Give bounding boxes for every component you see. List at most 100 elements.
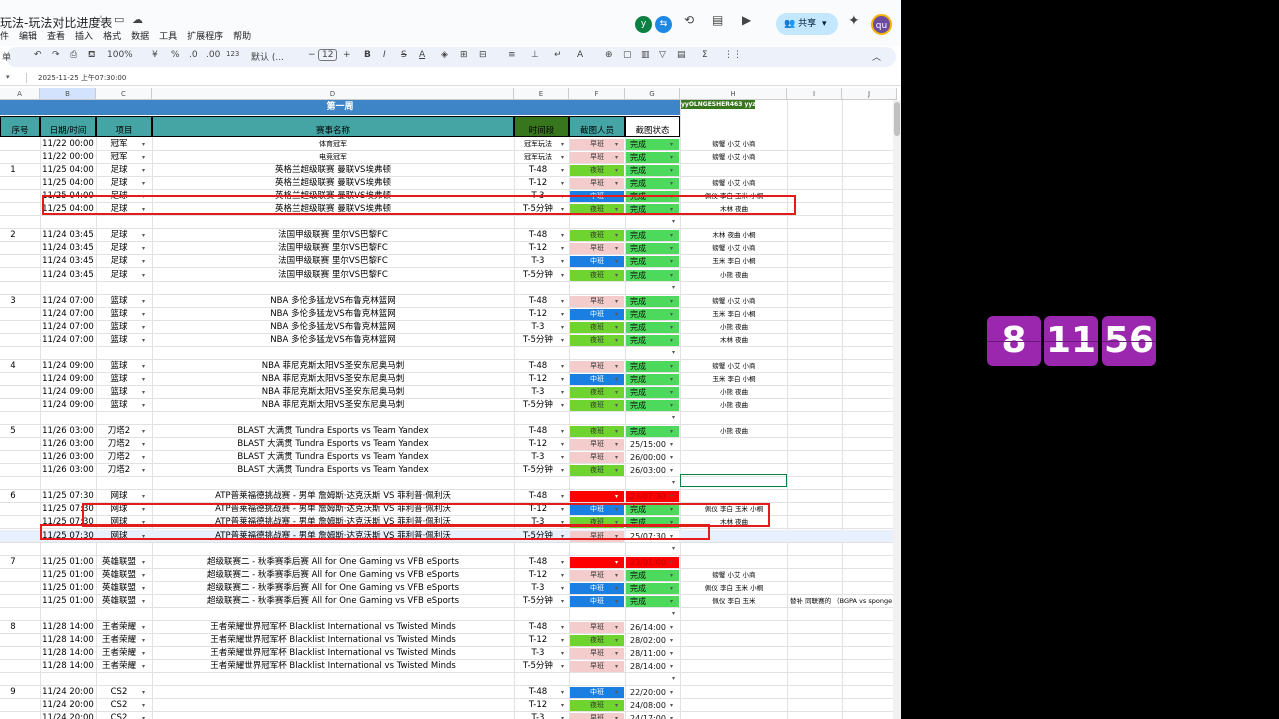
wrap-icon[interactable]: ↵ [554,50,562,60]
dropdown-arrow-icon[interactable]: ▾ [142,180,145,187]
staff-cell[interactable] [681,634,787,646]
item-cell[interactable]: 篮球 [96,308,142,320]
dropdown-arrow-icon[interactable]: ▾ [615,441,618,448]
font-size-decrease-icon[interactable]: − [308,50,316,60]
dropdown-arrow-icon[interactable]: ▾ [142,376,145,383]
slot-cell[interactable]: T-3 [514,386,562,398]
event-name-cell[interactable]: 王者荣耀世界冠军杯 Blacklist International vs Twi… [152,634,514,646]
item-cell[interactable]: 篮球 [96,295,142,307]
dropdown-arrow-icon[interactable]: ▾ [672,479,675,486]
insert-comment-icon[interactable]: ▢ [623,50,632,60]
dropdown-arrow-icon[interactable]: ▾ [672,414,675,421]
paint-format-icon[interactable]: ⛾ [88,50,95,61]
dropdown-arrow-icon[interactable]: ▾ [561,311,564,318]
table-row[interactable]: 3 11/24 07:00 篮球 ▾ NBA 多伦多猛龙VS布鲁克林篮网 T-48 ▾ 早班 ▾… [0,295,895,307]
date-cell[interactable]: 11/22 00:00 [40,151,96,163]
note-cell[interactable]: 替补 同联赛的 （BGPA vs sponge [790,595,894,607]
staff-cell[interactable] [681,712,787,719]
dropdown-arrow-icon[interactable]: ▾ [561,467,564,474]
date-cell[interactable]: 11/25 01:00 [40,556,96,568]
event-name-cell[interactable]: 英格兰超级联赛 曼联VS埃弗顿 [152,164,514,176]
staff-cell[interactable] [681,438,787,450]
date-cell[interactable]: 11/24 07:00 [40,295,96,307]
dropdown-arrow-icon[interactable]: ▾ [615,232,618,239]
staff-cell[interactable] [681,686,787,698]
dropdown-arrow-icon[interactable]: ▾ [142,689,145,696]
dropdown-arrow-icon[interactable]: ▾ [142,441,145,448]
selected-cell[interactable] [680,474,787,487]
dropdown-arrow-icon[interactable]: ▾ [670,180,673,187]
column-header-H[interactable]: H [680,88,787,100]
staff-cell[interactable]: 螃蟹 小艾 小商 [681,295,787,307]
dropdown-arrow-icon[interactable]: ▾ [142,245,145,252]
date-cell[interactable]: 11/26 03:00 [40,425,96,437]
dropdown-arrow-icon[interactable]: ▾ [670,324,673,331]
date-cell[interactable]: 11/24 03:45 [40,242,96,254]
item-cell[interactable]: 足球 [96,177,142,189]
staff-cell[interactable]: 螃蟹 小艾 小商 [681,360,787,372]
staff-cell[interactable]: 小熊 夜曲 [681,386,787,398]
column-header-E[interactable]: E [514,88,569,100]
table-row[interactable]: 1 11/25 04:00 足球 ▾ 英格兰超级联赛 曼联VS埃弗顿 T-48 ▾ 夜班 ▾ 完成… [0,164,895,176]
dropdown-arrow-icon[interactable]: ▾ [142,389,145,396]
dropdown-arrow-icon[interactable]: ▾ [670,272,673,279]
dropdown-arrow-icon[interactable]: ▾ [670,689,673,696]
print-icon[interactable]: ⎙ [70,50,77,60]
staff-cell[interactable]: 玉米 李白 小桐 [681,373,787,385]
dropdown-arrow-icon[interactable]: ▾ [615,180,618,187]
date-cell[interactable]: 11/24 09:00 [40,360,96,372]
slot-cell[interactable]: T-3 [514,712,562,719]
table-row[interactable]: 4 11/24 09:00 篮球 ▾ NBA 菲尼克斯太阳VS圣安东尼奥马刺 T-48 ▾ 早… [0,360,895,372]
dropdown-arrow-icon[interactable]: ▾ [670,154,673,161]
staff-cell[interactable]: 螃蟹 小艾 小商 [681,569,787,581]
staff-cell[interactable] [681,621,787,633]
item-cell[interactable]: 足球 [96,229,142,241]
filter-views-icon[interactable]: ▤ [677,50,686,60]
event-name-cell[interactable]: 法国甲级联赛 里尔VS巴黎FC [152,255,514,267]
event-name-cell[interactable]: BLAST 大满贯 Tundra Esports vs Team Yandex [152,425,514,437]
dropdown-arrow-icon[interactable]: ▾ [615,702,618,709]
dropdown-arrow-icon[interactable]: ▾ [561,715,564,719]
event-name-cell[interactable]: 王者荣耀世界冠军杯 Blacklist International vs Twi… [152,660,514,672]
dropdown-arrow-icon[interactable]: ▾ [561,232,564,239]
slot-cell[interactable]: T-12 [514,699,562,711]
staff-cell[interactable]: 小熊 夜曲 [681,269,787,281]
column-header-B[interactable]: B [40,88,96,100]
slot-cell[interactable]: T-12 [514,569,562,581]
collab-icon[interactable]: ⇆ [655,16,672,33]
dropdown-arrow-icon[interactable]: ▾ [561,337,564,344]
staff-cell[interactable]: 螃蟹 小艾 小商 [681,138,787,150]
column-header-F[interactable]: F [569,88,625,100]
table-row[interactable]: 11/25 04:00 足球 ▾ 英格兰超级联赛 曼联VS埃弗顿 T-12 ▾ 早班 ▾ 完成 ▾… [0,177,895,189]
dropdown-arrow-icon[interactable]: ▾ [670,637,673,644]
menu-item[interactable]: 数据 [131,29,149,42]
dropdown-arrow-icon[interactable]: ▾ [142,624,145,631]
staff-cell[interactable]: 木林 夜曲 小桐 [681,229,787,241]
dropdown-arrow-icon[interactable]: ▾ [615,493,618,500]
staff-cell[interactable]: 玉米 李白 小桐 [681,255,787,267]
dropdown-arrow-icon[interactable]: ▾ [670,298,673,305]
item-cell[interactable]: 刀塔2 [96,464,142,476]
dropdown-arrow-icon[interactable]: ▾ [670,454,673,461]
dropdown-arrow-icon[interactable]: ▾ [615,650,618,657]
table-row[interactable]: 11/24 07:00 篮球 ▾ NBA 多伦多猛龙VS布鲁克林篮网 T-12 ▾ 中班 ▾ 完… [0,308,895,320]
dropdown-arrow-icon[interactable]: ▾ [615,572,618,579]
item-cell[interactable]: 冠军 [96,138,142,150]
align-icon[interactable]: ≡ [508,50,516,60]
table-row[interactable]: 11/24 03:45 足球 ▾ 法国甲级联赛 里尔VS巴黎FC T-3 ▾ 中班 ▾ 完成 ▾ 玉… [0,255,895,267]
date-cell[interactable]: 11/22 00:00 [40,138,96,150]
table-row[interactable]: 2 11/24 03:45 足球 ▾ 法国甲级联赛 里尔VS巴黎FC T-48 ▾ 夜班 ▾ 完成… [0,229,895,241]
dropdown-arrow-icon[interactable]: ▾ [142,298,145,305]
slot-cell[interactable]: T-5分钟 [514,334,562,346]
slot-cell[interactable]: T-12 [514,634,562,646]
staff-cell[interactable] [681,556,787,568]
event-name-cell[interactable]: 超级联赛二 - 秋季赛季后赛 All for One Gaming vs VFB… [152,595,514,607]
event-name-cell[interactable]: 法国甲级联赛 里尔VS巴黎FC [152,242,514,254]
dropdown-arrow-icon[interactable]: ▾ [561,272,564,279]
date-cell[interactable]: 11/25 01:00 [40,595,96,607]
dropdown-arrow-icon[interactable]: ▾ [142,572,145,579]
item-cell[interactable]: 王者荣耀 [96,647,142,659]
dropdown-arrow-icon[interactable]: ▾ [142,559,145,566]
dropdown-arrow-icon[interactable]: ▾ [561,493,564,500]
dropdown-arrow-icon[interactable]: ▾ [561,624,564,631]
